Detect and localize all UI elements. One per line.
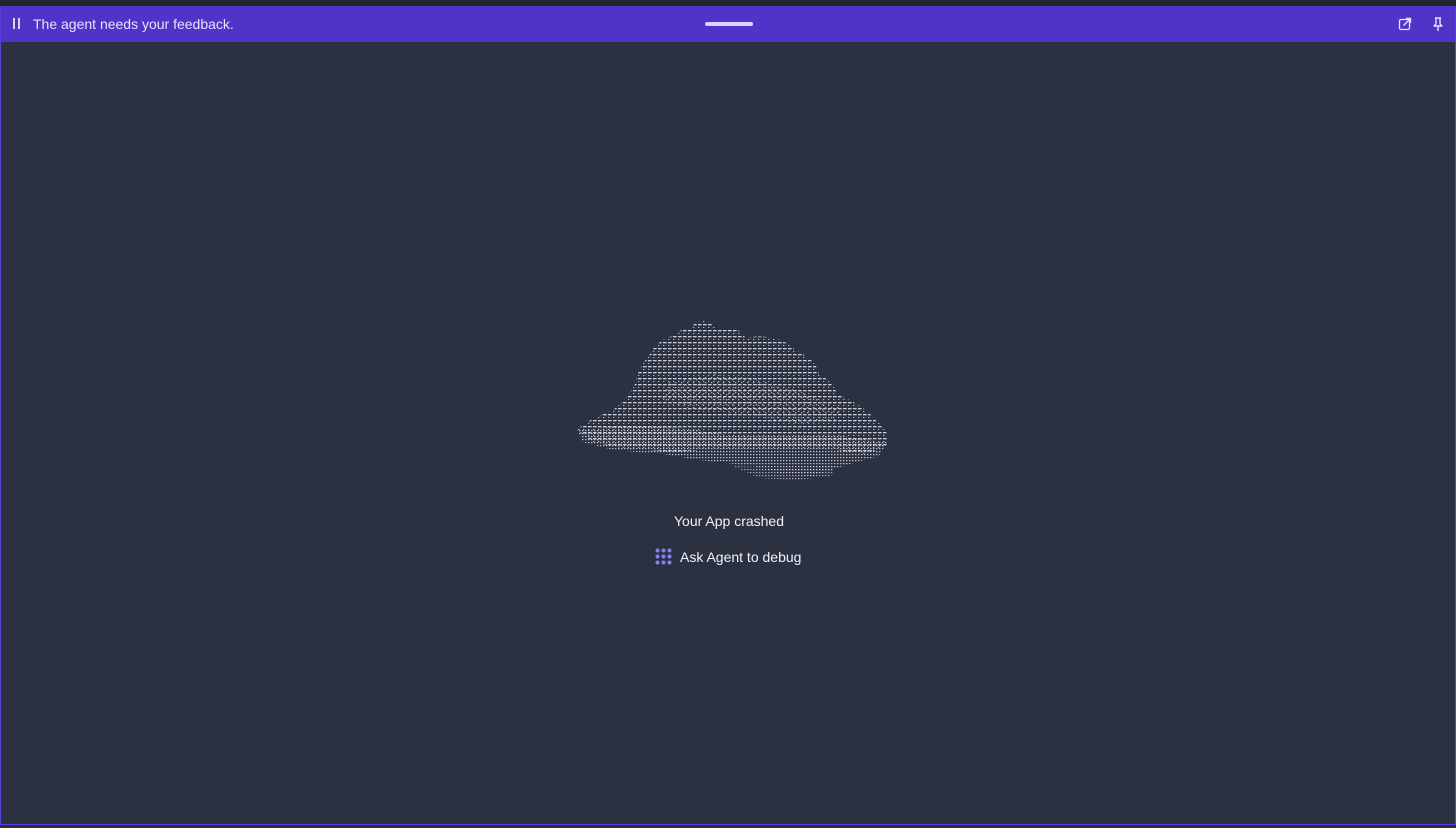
debug-button-label: Ask Agent to debug — [680, 549, 802, 565]
crash-message: Your App crashed — [673, 513, 784, 529]
crash-cloud-illustration — [577, 320, 889, 480]
agent-icon — [655, 548, 672, 565]
agent-feedback-window: The agent needs your feedback. Your App … — [0, 6, 1456, 825]
app-preview-area: Your App crashed Ask Agent to debug — [1, 42, 1455, 824]
feedback-message: The agent needs your feedback. — [33, 16, 234, 32]
pin-icon[interactable] — [1430, 16, 1446, 32]
ask-agent-debug-button[interactable]: Ask Agent to debug — [651, 542, 811, 570]
drag-handle[interactable] — [705, 22, 753, 26]
pause-icon[interactable] — [12, 17, 22, 31]
open-in-new-icon[interactable] — [1397, 16, 1413, 32]
feedback-titlebar: The agent needs your feedback. — [1, 6, 1455, 42]
